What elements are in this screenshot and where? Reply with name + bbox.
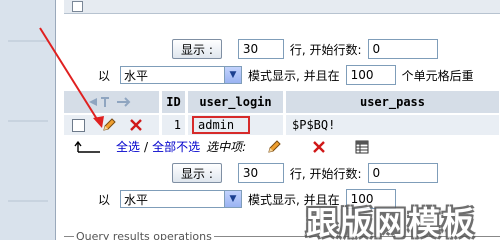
site-watermark: 跟版网模板: [306, 204, 477, 240]
